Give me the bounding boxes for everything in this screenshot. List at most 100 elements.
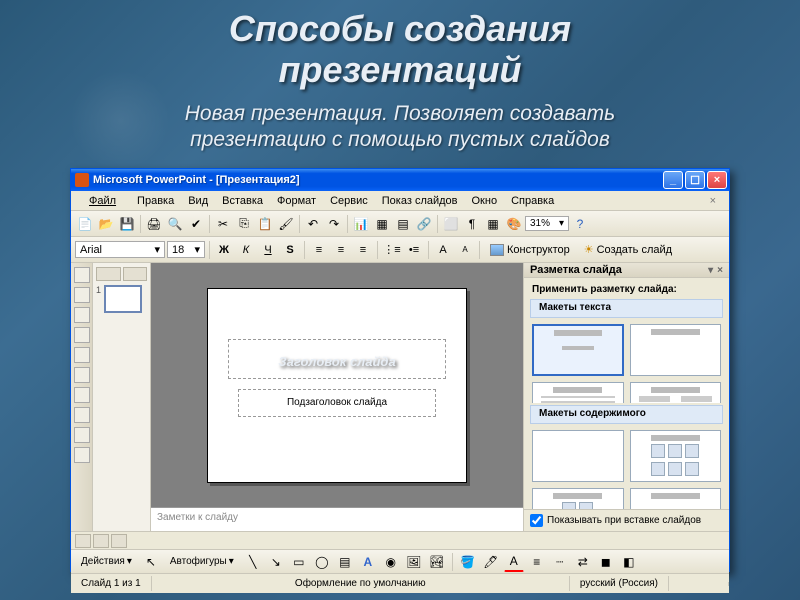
dock-icon-6[interactable]: [74, 367, 90, 383]
help-icon[interactable]: ?: [570, 214, 590, 234]
layout-content[interactable]: [630, 430, 722, 482]
copy-icon[interactable]: ⎘: [234, 214, 254, 234]
taskpane-dropdown-icon[interactable]: ▾: [708, 265, 713, 276]
numbered-list-icon[interactable]: ⋮≡: [382, 240, 402, 260]
italic-button[interactable]: К: [236, 240, 256, 260]
document-close-icon[interactable]: ×: [703, 193, 723, 209]
menu-slideshow[interactable]: Показ слайдов: [375, 193, 465, 209]
paste-icon[interactable]: 📋: [255, 214, 275, 234]
tables-icon[interactable]: ▤: [393, 214, 413, 234]
menu-help[interactable]: Справка: [504, 193, 561, 209]
actions-menu[interactable]: Действия ▾: [75, 553, 138, 570]
bulleted-list-icon[interactable]: •≡: [404, 240, 424, 260]
designer-button[interactable]: Конструктор: [484, 242, 576, 258]
bold-button[interactable]: Ж: [214, 240, 234, 260]
textbox-icon[interactable]: ▤: [335, 552, 355, 572]
dock-icon-5[interactable]: [74, 347, 90, 363]
format-painter-icon[interactable]: 🖌: [276, 214, 296, 234]
notes-pane[interactable]: Заметки к слайду: [151, 507, 523, 531]
oval-icon[interactable]: ◯: [312, 552, 332, 572]
dock-icon-3[interactable]: [74, 307, 90, 323]
3d-style-icon[interactable]: ◧: [619, 552, 639, 572]
show-on-insert-checkbox[interactable]: [530, 514, 543, 527]
dash-style-icon[interactable]: ┈: [550, 552, 570, 572]
layout-title-content[interactable]: [532, 488, 624, 509]
menu-view[interactable]: Вид: [181, 193, 215, 209]
outline-tab[interactable]: [96, 267, 121, 281]
slideshow-view-button[interactable]: [111, 534, 127, 548]
align-right-icon[interactable]: ≡: [353, 240, 373, 260]
shadow-button[interactable]: S: [280, 240, 300, 260]
autoshapes-menu[interactable]: Автофигуры ▾: [164, 553, 240, 570]
title-placeholder[interactable]: Заголовок слайда: [228, 339, 446, 379]
diagram-icon[interactable]: ◉: [381, 552, 401, 572]
align-left-icon[interactable]: ≡: [309, 240, 329, 260]
rectangle-icon[interactable]: ▭: [289, 552, 309, 572]
font-size-selector[interactable]: 18▾: [167, 241, 205, 258]
spell-icon[interactable]: ✔: [186, 214, 206, 234]
picture-icon[interactable]: 🏞: [427, 552, 447, 572]
select-icon[interactable]: ↖: [141, 552, 161, 572]
print-icon[interactable]: 🖨: [144, 214, 164, 234]
menu-format[interactable]: Формат: [270, 193, 323, 209]
preview-icon[interactable]: 🔍: [165, 214, 185, 234]
new-slide-button[interactable]: ☀Создать слайд: [578, 241, 678, 258]
sorter-view-button[interactable]: [93, 534, 109, 548]
layout-title-only[interactable]: [630, 324, 722, 376]
slide-thumbnail-1[interactable]: 1: [96, 285, 147, 313]
new-icon[interactable]: 📄: [75, 214, 95, 234]
show-hide-icon[interactable]: ¶: [462, 214, 482, 234]
layout-blank[interactable]: [532, 430, 624, 482]
dock-icon-1[interactable]: [74, 267, 90, 283]
clipart-icon[interactable]: 🖼: [404, 552, 424, 572]
menu-edit[interactable]: Правка: [130, 193, 181, 209]
dock-icon-7[interactable]: [74, 387, 90, 403]
redo-icon[interactable]: ↷: [324, 214, 344, 234]
wordart-icon[interactable]: A: [358, 552, 378, 572]
font-color-icon[interactable]: A: [504, 552, 524, 572]
table-icon[interactable]: ▦: [372, 214, 392, 234]
hyperlink-icon[interactable]: 🔗: [414, 214, 434, 234]
menu-window[interactable]: Окно: [465, 193, 505, 209]
dock-icon-9[interactable]: [74, 427, 90, 443]
layout-title-slide[interactable]: [532, 324, 624, 376]
menu-file[interactable]: Файл: [75, 193, 130, 209]
arrow-style-icon[interactable]: ⇄: [573, 552, 593, 572]
align-center-icon[interactable]: ≡: [331, 240, 351, 260]
open-icon[interactable]: 📂: [96, 214, 116, 234]
normal-view-button[interactable]: [75, 534, 91, 548]
line-icon[interactable]: ╲: [243, 552, 263, 572]
subtitle-placeholder[interactable]: Подзаголовок слайда: [238, 389, 436, 417]
increase-font-icon[interactable]: A: [433, 240, 453, 260]
layout-title-text[interactable]: [532, 382, 624, 403]
cut-icon[interactable]: ✂: [213, 214, 233, 234]
fill-color-icon[interactable]: 🪣: [458, 552, 478, 572]
maximize-button[interactable]: ☐: [685, 171, 705, 189]
dock-icon-4[interactable]: [74, 327, 90, 343]
layout-two-content[interactable]: [630, 488, 722, 509]
save-icon[interactable]: 💾: [117, 214, 137, 234]
menu-insert[interactable]: Вставка: [215, 193, 270, 209]
minimize-button[interactable]: _: [663, 171, 683, 189]
line-style-icon[interactable]: ≡: [527, 552, 547, 572]
decrease-font-icon[interactable]: A: [455, 240, 475, 260]
undo-icon[interactable]: ↶: [303, 214, 323, 234]
zoom-selector[interactable]: 31%▾: [525, 216, 569, 231]
grid-icon[interactable]: ▦: [483, 214, 503, 234]
arrow-icon[interactable]: ↘: [266, 552, 286, 572]
slides-tab[interactable]: [123, 267, 148, 281]
menu-tools[interactable]: Сервис: [323, 193, 375, 209]
expand-icon[interactable]: ⬜: [441, 214, 461, 234]
chart-icon[interactable]: 📊: [351, 214, 371, 234]
dock-icon-10[interactable]: [74, 447, 90, 463]
dock-icon-8[interactable]: [74, 407, 90, 423]
color-icon[interactable]: 🎨: [504, 214, 524, 234]
slide-canvas[interactable]: Заголовок слайда Подзаголовок слайда: [151, 263, 523, 507]
taskpane-close-icon[interactable]: ×: [717, 265, 723, 276]
layout-two-column[interactable]: [630, 382, 722, 403]
dock-icon-2[interactable]: [74, 287, 90, 303]
font-name-selector[interactable]: Arial▾: [75, 241, 165, 258]
shadow-style-icon[interactable]: ◼: [596, 552, 616, 572]
underline-button[interactable]: Ч: [258, 240, 278, 260]
line-color-icon[interactable]: 🖊: [481, 552, 501, 572]
